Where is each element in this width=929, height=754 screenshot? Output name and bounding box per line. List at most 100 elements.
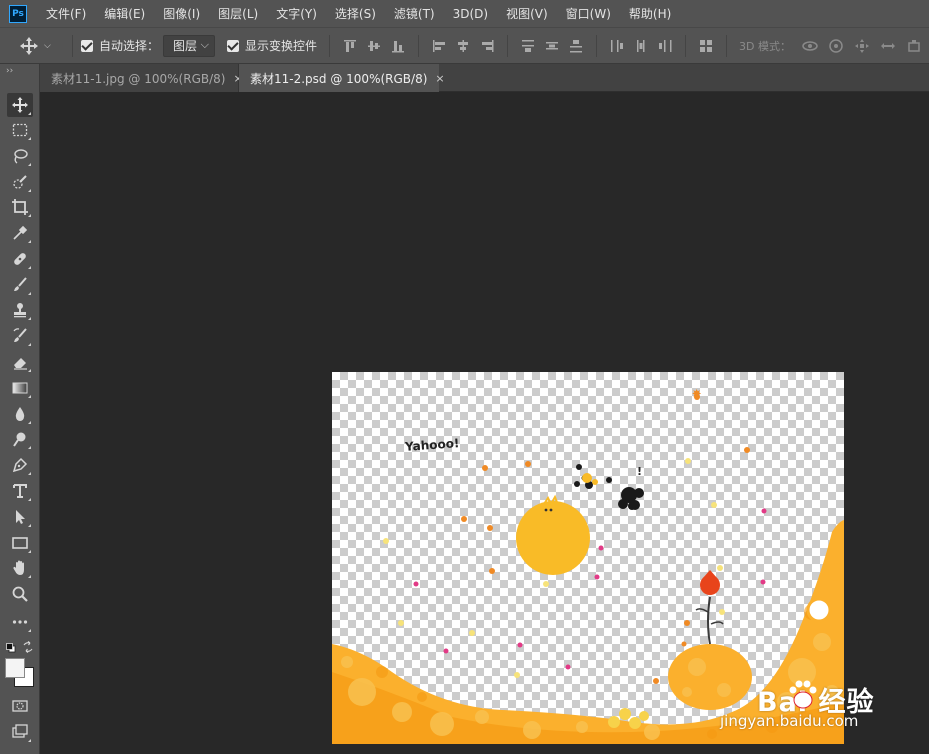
menu-select[interactable]: 选择(S) xyxy=(326,5,385,22)
3d-pan-icon[interactable] xyxy=(852,36,872,56)
align-horizontal-center-icon[interactable] xyxy=(454,37,472,55)
default-colors-icon[interactable] xyxy=(6,642,16,653)
document-tabs: 素材11-1.jpg @ 100%(RGB/8) × 素材11-2.psd @ … xyxy=(40,64,929,92)
auto-select-dropdown[interactable]: 图层 xyxy=(163,34,216,57)
align-vertical-center-icon[interactable] xyxy=(365,37,383,55)
tab-document-1[interactable]: 素材11-1.jpg @ 100%(RGB/8) × xyxy=(40,64,243,92)
quick-select-icon xyxy=(13,175,27,189)
divider xyxy=(507,34,509,57)
blur-tool[interactable] xyxy=(7,402,33,426)
droplet-icon xyxy=(15,407,25,421)
eyedropper-icon xyxy=(13,225,28,240)
distribute-top-icon[interactable] xyxy=(519,37,537,55)
more-tools-button[interactable] xyxy=(7,610,33,634)
quick-mask-icon xyxy=(12,700,28,712)
show-transform-label: 显示变换控件 xyxy=(245,39,318,53)
divider xyxy=(72,34,73,57)
move-tool[interactable] xyxy=(7,93,33,117)
bandage-icon xyxy=(14,253,26,265)
distribute-right-icon[interactable] xyxy=(656,37,674,55)
tools-panel: ›› xyxy=(0,64,40,754)
menu-bar: Ps 文件(F) 编辑(E) 图像(I) 图层(L) 文字(Y) 选择(S) 滤… xyxy=(0,0,929,27)
type-icon xyxy=(13,484,27,498)
eyedropper-tool[interactable] xyxy=(7,221,33,245)
options-bar: ⌵ 自动选择： 图层 显示变换控件 3D xyxy=(0,27,929,64)
menu-window[interactable]: 窗口(W) xyxy=(557,5,620,22)
divider xyxy=(329,34,331,57)
marquee-tool[interactable] xyxy=(7,118,33,142)
history-brush-icon xyxy=(13,328,27,342)
3d-scale-icon[interactable] xyxy=(904,36,924,56)
watermark-url: jingyan.baidu.com xyxy=(720,712,859,730)
arrow-pointer-icon xyxy=(16,510,25,524)
auto-align-layers-icon[interactable] xyxy=(697,37,715,55)
type-tool[interactable] xyxy=(7,479,33,503)
3d-orbit-icon[interactable] xyxy=(800,36,820,56)
menu-image[interactable]: 图像(I) xyxy=(154,5,209,22)
gradient-icon xyxy=(12,382,28,394)
tab-label: 素材11-2.psd @ 100%(RGB/8) xyxy=(250,71,428,86)
pen-tool[interactable] xyxy=(7,453,33,477)
screen-mode-button[interactable] xyxy=(7,720,33,744)
foreground-color-swatch[interactable] xyxy=(5,658,25,678)
swap-colors-icon[interactable] xyxy=(22,641,34,653)
path-select-tool[interactable] xyxy=(7,505,33,529)
rectangle-tool[interactable] xyxy=(7,531,33,555)
lasso-icon xyxy=(14,149,28,164)
menu-filter[interactable]: 滤镜(T) xyxy=(385,5,444,22)
quick-mask-button[interactable] xyxy=(7,694,33,718)
menu-3d[interactable]: 3D(D) xyxy=(444,7,497,21)
eraser-tool[interactable] xyxy=(7,350,33,374)
3d-mode-label: 3D 模式： xyxy=(739,39,791,53)
eraser-icon xyxy=(14,358,27,370)
chevron-down-icon[interactable]: ⌵ xyxy=(44,41,56,51)
photoshop-logo-icon: Ps xyxy=(9,4,27,23)
panel-collapse-icon[interactable]: ›› xyxy=(6,66,13,76)
marquee-icon xyxy=(12,123,28,137)
lasso-tool[interactable] xyxy=(7,144,33,168)
auto-select-checkbox[interactable] xyxy=(81,39,93,52)
3d-slide-icon[interactable] xyxy=(878,36,898,56)
align-right-icon[interactable] xyxy=(478,37,496,55)
gradient-tool[interactable] xyxy=(7,376,33,400)
menu-edit[interactable]: 编辑(E) xyxy=(95,5,154,22)
menu-help[interactable]: 帮助(H) xyxy=(620,5,680,22)
healing-brush-tool[interactable] xyxy=(7,247,33,271)
menu-layer[interactable]: 图层(L) xyxy=(209,5,267,22)
crop-tool[interactable] xyxy=(7,195,33,219)
divider xyxy=(726,34,728,57)
close-icon[interactable]: × xyxy=(427,72,444,85)
align-left-icon[interactable] xyxy=(430,37,448,55)
quick-select-tool[interactable] xyxy=(7,170,33,194)
distribute-vertical-center-icon[interactable] xyxy=(543,37,561,55)
distribute-bottom-icon[interactable] xyxy=(567,37,585,55)
distribute-horizontal-center-icon[interactable] xyxy=(632,37,650,55)
dodge-icon xyxy=(13,432,26,447)
distribute-left-icon[interactable] xyxy=(608,37,626,55)
clone-stamp-tool[interactable] xyxy=(7,298,33,322)
menu-file[interactable]: 文件(F) xyxy=(37,5,95,22)
crop-icon xyxy=(12,199,28,215)
screen-mode-icon xyxy=(12,724,28,738)
ellipsis-icon xyxy=(12,620,28,624)
show-transform-checkbox[interactable] xyxy=(227,39,240,52)
move-tool-preset-icon[interactable] xyxy=(18,35,40,57)
align-top-icon[interactable] xyxy=(341,37,359,55)
history-brush-tool[interactable] xyxy=(7,324,33,348)
divider xyxy=(685,34,687,57)
brush-tool[interactable] xyxy=(7,273,33,297)
menu-view[interactable]: 视图(V) xyxy=(497,5,557,22)
zoom-tool[interactable] xyxy=(7,582,33,606)
canvas-exclamation: ! xyxy=(637,465,643,478)
3d-roll-icon[interactable] xyxy=(826,36,846,56)
pen-icon xyxy=(12,457,28,473)
brush-icon xyxy=(14,277,27,291)
rectangle-icon xyxy=(12,537,28,549)
menu-type[interactable]: 文字(Y) xyxy=(267,5,326,22)
dodge-tool[interactable] xyxy=(7,427,33,451)
align-bottom-icon[interactable] xyxy=(389,37,407,55)
magnifier-icon xyxy=(12,586,28,602)
hand-tool[interactable] xyxy=(7,556,33,580)
divider xyxy=(596,34,598,57)
tab-document-2[interactable]: 素材11-2.psd @ 100%(RGB/8) × xyxy=(239,64,445,92)
